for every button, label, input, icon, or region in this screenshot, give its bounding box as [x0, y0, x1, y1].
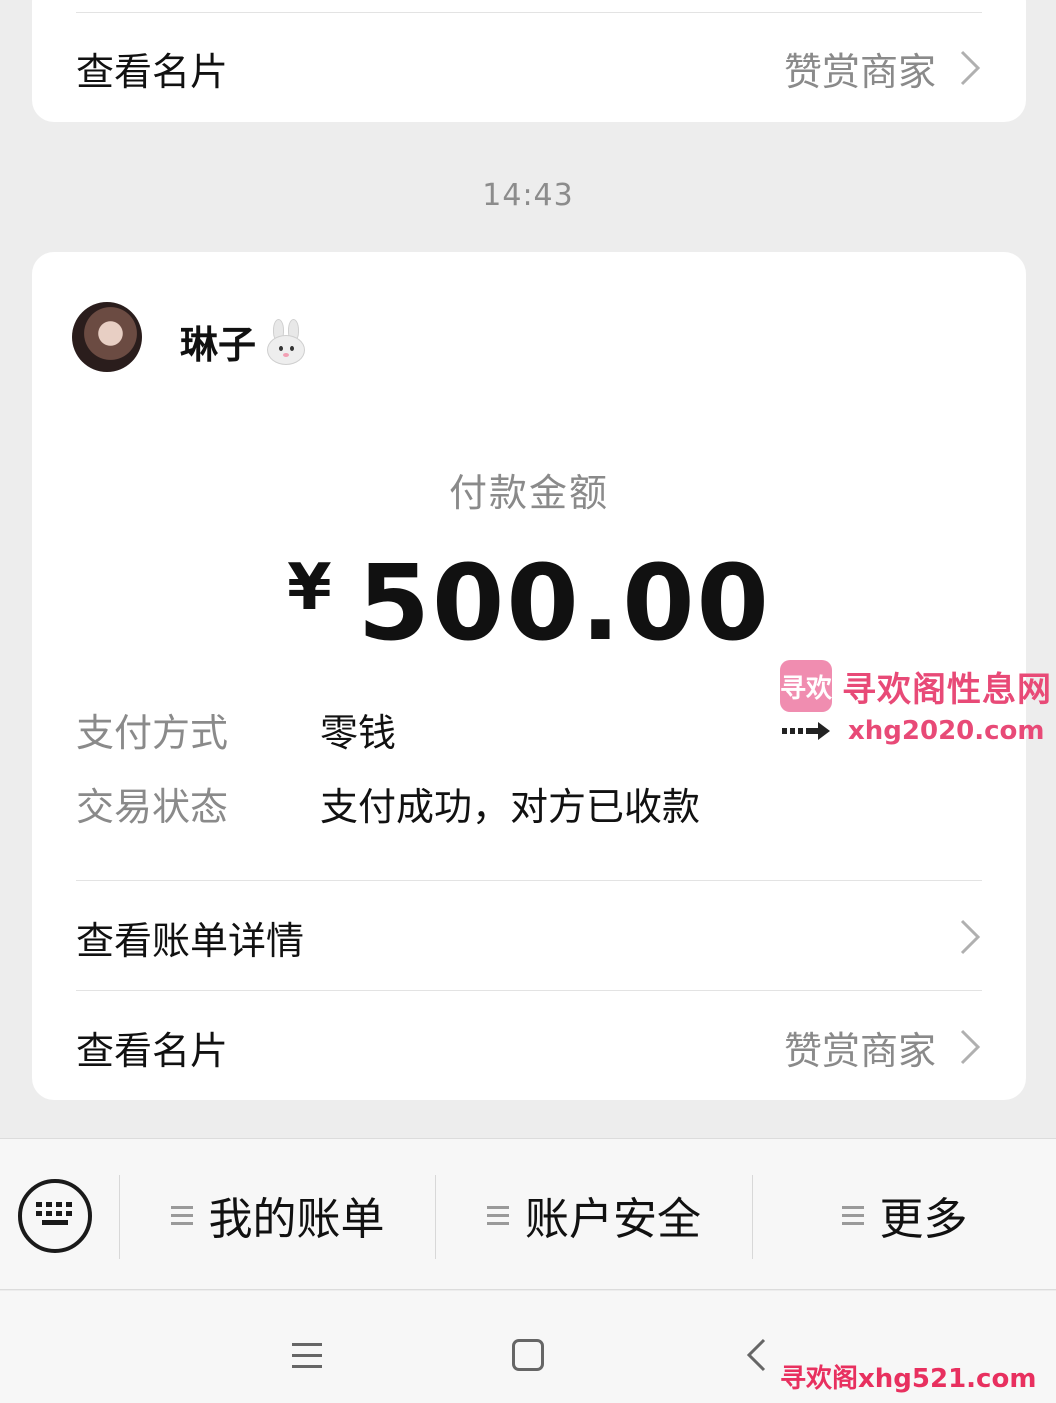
payment-amount-label: 付款金额: [448, 471, 609, 515]
menu-my-bill-label: 我的账单: [208, 1194, 385, 1245]
chevron-right-icon: [960, 919, 981, 955]
menu-lines-icon: [487, 1204, 509, 1226]
avatar[interactable]: [72, 302, 142, 372]
payment-method-value: 零钱: [320, 711, 397, 755]
reward-merchant-label: 赞赏商家: [783, 1028, 936, 1073]
view-card-label: 查看名片: [76, 1028, 229, 1073]
payee-name-text: 琳子: [180, 323, 257, 367]
view-card-row[interactable]: 查看名片 赞赏商家: [76, 32, 982, 104]
arrow-right-icon: [782, 722, 830, 740]
payment-amount: ¥500.00: [32, 542, 1026, 664]
menu-lines-icon: [170, 1204, 193, 1226]
transaction-status-key: 交易状态: [76, 785, 229, 829]
amount-value: 500.00: [357, 542, 771, 664]
chevron-right-icon: [960, 1029, 981, 1065]
menu-more[interactable]: 更多: [753, 1171, 1056, 1259]
menu-my-bill[interactable]: 我的账单: [120, 1171, 435, 1259]
payment-method-key: 支付方式: [76, 711, 229, 755]
payee-name: 琳子: [180, 314, 308, 369]
chevron-right-icon: [960, 50, 981, 86]
watermark-logo: 寻欢: [780, 660, 832, 712]
payment-method-row: 支付方式 零钱: [76, 702, 396, 757]
bottom-menu-bar: 我的账单 账户安全 更多: [0, 1138, 1056, 1290]
view-bill-details-label: 查看账单详情: [76, 918, 305, 963]
nav-back-icon[interactable]: [744, 1337, 770, 1373]
watermark-logo-block: 寻欢 寻欢阁性息网: [780, 656, 1052, 716]
previous-payment-card: 查看名片 赞赏商家: [32, 0, 1026, 122]
view-card-row[interactable]: 查看名片 赞赏商家: [76, 1010, 982, 1084]
menu-lines-icon: [841, 1204, 864, 1226]
keyboard-icon[interactable]: [18, 1179, 92, 1253]
reward-merchant-label: 赞赏商家: [783, 49, 936, 94]
watermark-title: 寻欢阁性息网: [842, 669, 1052, 710]
transaction-status-value: 支付成功，对方已收款: [320, 785, 701, 829]
bunny-emoji-icon: [264, 318, 308, 365]
watermark-bottom: 寻欢阁xhg521.com: [780, 1364, 1037, 1394]
reward-merchant-link[interactable]: 赞赏商家: [784, 41, 982, 96]
reward-merchant-link[interactable]: 赞赏商家: [784, 1020, 982, 1075]
divider: [76, 12, 982, 13]
menu-account-security-label: 账户安全: [525, 1194, 701, 1245]
nav-menu-icon[interactable]: [292, 1343, 322, 1369]
transaction-status-row: 交易状态 支付成功，对方已收款: [76, 776, 700, 831]
nav-home-icon[interactable]: [512, 1339, 544, 1371]
menu-account-security[interactable]: 账户安全: [436, 1171, 752, 1259]
menu-more-label: 更多: [879, 1194, 968, 1245]
watermark-url: xhg2020.com: [848, 716, 1045, 746]
divider: [76, 990, 982, 991]
view-card-label: 查看名片: [76, 49, 229, 94]
currency-symbol: ¥: [287, 551, 332, 625]
watermark-url-block: xhg2020.com: [782, 716, 1045, 746]
divider: [76, 880, 982, 881]
view-bill-details-row[interactable]: 查看账单详情: [76, 900, 982, 974]
message-timestamp: 14:43: [482, 178, 574, 213]
